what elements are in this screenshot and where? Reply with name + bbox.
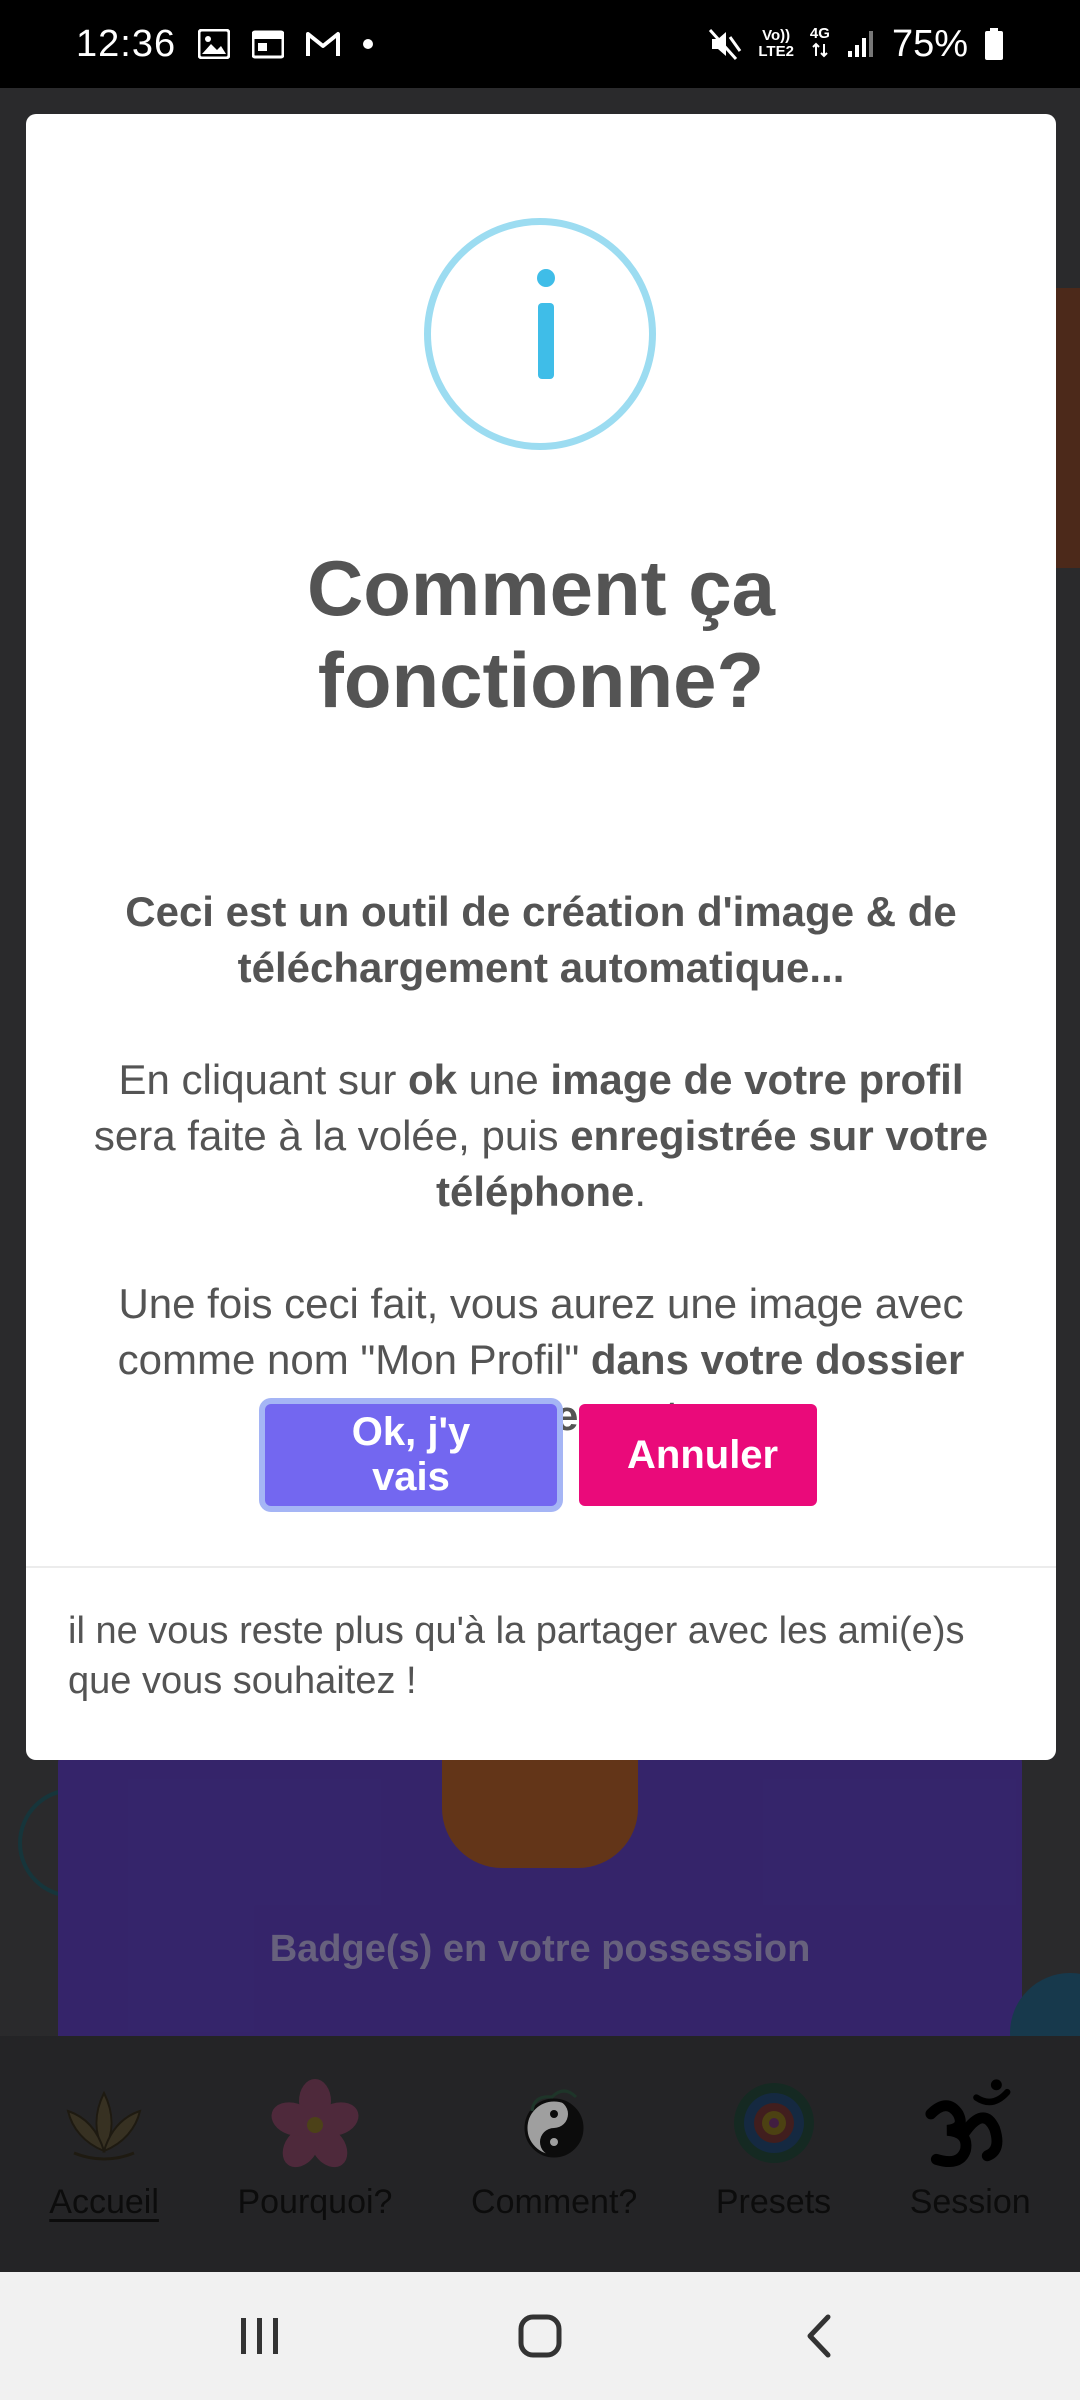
battery-icon: [984, 27, 1004, 61]
back-button[interactable]: [775, 2291, 865, 2381]
info-icon: [424, 218, 656, 450]
mute-icon: [708, 27, 742, 61]
dialog-title: Comment ça fonctionne?: [26, 542, 1056, 726]
back-icon: [807, 2314, 831, 2358]
gmail-notification-icon: [306, 30, 341, 58]
status-left: 12:36: [76, 23, 374, 66]
data-arrows-icon: [812, 42, 828, 58]
status-time: 12:36: [76, 22, 177, 65]
data-type-text: 4G: [809, 25, 830, 42]
text-segment: En cliquant sur: [118, 1056, 408, 1103]
status-right: Vo)) LTE2 4G 75%: [708, 23, 1004, 66]
info-icon-bar: [538, 303, 554, 379]
recent-apps-button[interactable]: [215, 2291, 305, 2381]
signal-strength-icon: [846, 29, 876, 59]
info-icon-dot: [537, 269, 555, 287]
dialog-title-line1: Comment ça: [306, 544, 776, 632]
dialog-divider: [26, 1566, 1056, 1568]
dialog-intro-text: Ceci est un outil de création d'image & …: [125, 888, 957, 991]
volte-bottom-text: LTE2: [758, 43, 794, 60]
volte-indicator: Vo)) LTE2: [758, 28, 794, 60]
text-segment: sera faite à la volée, puis: [93, 1112, 571, 1159]
bold-segment: image de votre profil: [550, 1056, 964, 1103]
data-type-indicator: 4G: [810, 26, 830, 62]
cancel-button[interactable]: Annuler: [579, 1404, 817, 1506]
gallery-notification-icon: [198, 29, 231, 59]
more-notifications-dot-icon: [362, 38, 374, 50]
home-icon: [518, 2314, 562, 2358]
dialog-intro: Ceci est un outil de création d'image & …: [86, 884, 996, 996]
text-segment: .: [634, 1168, 647, 1215]
confirm-button[interactable]: Ok, j'y vais: [265, 1404, 557, 1506]
dialog-body: Ceci est un outil de création d'image & …: [86, 884, 996, 1444]
recent-apps-icon: [241, 2318, 278, 2354]
battery-percentage: 75%: [891, 22, 968, 65]
status-bar: 12:36 Vo)) LTE2 4G 75%: [0, 0, 1080, 88]
dialog-actions: Ok, j'y vais Annuler: [26, 1404, 1056, 1506]
text-segment: une: [457, 1056, 551, 1103]
system-navigation-bar: [0, 2272, 1080, 2400]
volte-top-text: Vo)): [762, 27, 791, 44]
dialog-title-line2: fonctionne?: [317, 636, 765, 724]
dialog-footer-text: il ne vous reste plus qu'à la partager a…: [68, 1610, 965, 1702]
bold-segment: ok: [407, 1056, 457, 1103]
home-button[interactable]: [495, 2291, 585, 2381]
info-dialog: Comment ça fonctionne? Ceci est un outil…: [26, 114, 1056, 1760]
dialog-paragraph-2: En cliquant sur ok une image de votre pr…: [86, 1052, 996, 1220]
calendar-notification-icon: [252, 29, 285, 59]
